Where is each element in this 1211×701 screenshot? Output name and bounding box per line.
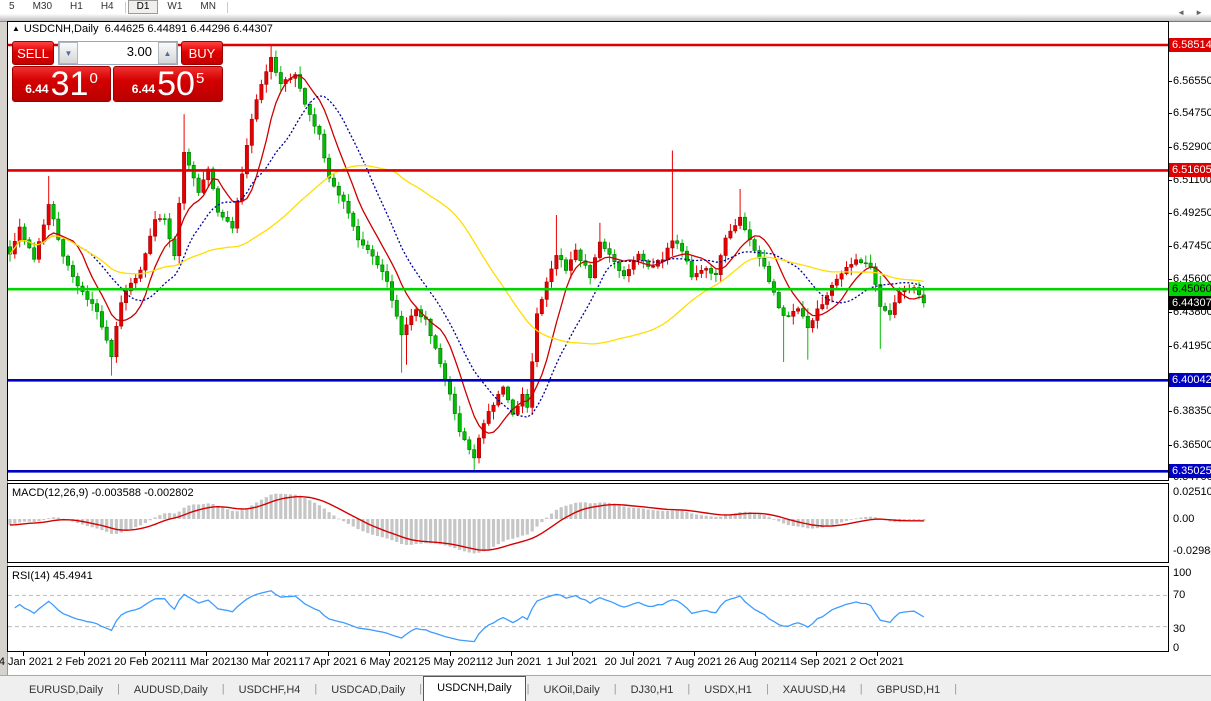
- price-tick-label: 6.38350: [1173, 405, 1211, 417]
- tab-separator: |: [314, 683, 317, 695]
- buy-price-sup: 5: [196, 70, 204, 87]
- tab-separator: |: [419, 683, 422, 695]
- rsi-axis-label: 70: [1173, 589, 1185, 601]
- timeframe-toolbar: 5M30H1H4 D1W1MN: [0, 0, 1211, 14]
- rsi-axis-label: 100: [1173, 567, 1191, 579]
- volume-input[interactable]: 3.00: [78, 42, 158, 64]
- volume-increase-button[interactable]: ▲: [158, 42, 177, 64]
- buy-price-main: 50: [157, 69, 195, 99]
- date-label: 7 Aug 2021: [666, 656, 722, 668]
- date-label: 14 Jan 2021: [0, 656, 53, 668]
- date-label: 25 May 2021: [418, 656, 482, 668]
- timeframe-button-h1[interactable]: H1: [61, 0, 92, 14]
- rsi-value: 45.4941: [53, 570, 93, 582]
- buy-price-prefix: 6.44: [132, 82, 155, 96]
- symbol-name: USDCNH,Daily: [24, 23, 99, 35]
- tab-scroll-arrows: ◄ ►: [1177, 0, 1203, 25]
- timeframe-button-w1[interactable]: W1: [158, 0, 191, 14]
- timeframe-button-m30[interactable]: M30: [24, 0, 61, 14]
- tab-scroll-left-icon[interactable]: ◄: [1177, 8, 1185, 17]
- sell-price-sup: 0: [89, 70, 97, 87]
- chart-tab-usdcad[interactable]: USDCAD,Daily: [318, 679, 418, 701]
- date-label: 2 Oct 2021: [850, 656, 904, 668]
- date-label: 30 Mar 2021: [236, 656, 298, 668]
- chart-tab-eurusd[interactable]: EURUSD,Daily: [16, 679, 116, 701]
- tab-separator: |: [527, 683, 530, 695]
- volume-decrease-button[interactable]: ▼: [59, 42, 78, 64]
- tab-separator: |: [614, 683, 617, 695]
- rsi-axis-label: 30: [1173, 623, 1185, 635]
- toolbar-separator: [227, 2, 228, 13]
- date-label: 20 Jul 2021: [605, 656, 662, 668]
- date-label: 6 May 2021: [360, 656, 417, 668]
- date-label: 2 Feb 2021: [56, 656, 112, 668]
- chart-tab-ukoil[interactable]: UKOil,Daily: [531, 679, 613, 701]
- buy-price-display[interactable]: 6.44505: [113, 66, 223, 102]
- date-label: 14 Sep 2021: [785, 656, 847, 668]
- price-level-tag: 6.58514: [1169, 38, 1211, 52]
- ohlc-values: 6.44625 6.44891 6.44296 6.44307: [105, 23, 273, 35]
- tab-scroll-right-icon[interactable]: ►: [1195, 8, 1203, 17]
- sell-price-prefix: 6.44: [25, 82, 48, 96]
- chart-symbol-label: ▲ USDCNH,Daily 6.44625 6.44891 6.44296 6.…: [12, 23, 273, 35]
- toolbar-separator: [125, 2, 126, 13]
- chart-tab-usdchf[interactable]: USDCHF,H4: [226, 679, 314, 701]
- date-label: 26 Aug 2021: [724, 656, 786, 668]
- timeframe-button-d1[interactable]: D1: [128, 0, 159, 14]
- timeframe-button-5[interactable]: 5: [0, 0, 24, 14]
- price-level-tag: 6.40042: [1169, 373, 1211, 387]
- current-price-tag: 6.44307: [1169, 296, 1211, 310]
- rsi-label: RSI(14) 45.4941: [12, 570, 93, 582]
- price-tick-label: 6.41950: [1173, 340, 1211, 352]
- chart-tab-bar: EURUSD,Daily|AUDUSD,Daily|USDCHF,H4|USDC…: [0, 675, 1211, 701]
- rsi-axis-label: 0: [1173, 642, 1179, 654]
- chart-tab-xauusd[interactable]: XAUUSD,H4: [770, 679, 859, 701]
- sell-price-display[interactable]: 6.44310: [12, 66, 111, 102]
- price-tick-label: 6.49250: [1173, 207, 1211, 219]
- price-tick-label: 6.36500: [1173, 439, 1211, 451]
- tab-separator: |: [687, 683, 690, 695]
- volume-stepper: ▼ 3.00 ▲: [58, 41, 178, 65]
- chart-tab-usdx[interactable]: USDX,H1: [691, 679, 765, 701]
- chart-tab-gbpusd[interactable]: GBPUSD,H1: [864, 679, 954, 701]
- price-tick-label: 6.47450: [1173, 240, 1211, 252]
- sell-price-main: 31: [51, 69, 89, 99]
- chart-tab-dj30[interactable]: DJ30,H1: [618, 679, 687, 701]
- tab-separator: |: [954, 683, 957, 695]
- price-tick-label: 6.52900: [1173, 141, 1211, 153]
- sell-button[interactable]: SELL: [12, 41, 54, 65]
- date-label: 17 Apr 2021: [298, 656, 357, 668]
- macd-values: -0.003588 -0.002802: [91, 487, 193, 499]
- one-click-trading-panel: SELL ▼ 3.00 ▲ BUY 6.44310 6.44505: [12, 41, 223, 102]
- timeframe-button-h4[interactable]: H4: [92, 0, 123, 14]
- chart-tab-usdcnh[interactable]: USDCNH,Daily: [423, 676, 526, 701]
- rsi-indicator-canvas[interactable]: [7, 566, 1169, 652]
- tab-separator: |: [117, 683, 120, 695]
- tab-separator: |: [860, 683, 863, 695]
- collapse-triangle-icon[interactable]: ▲: [12, 24, 20, 33]
- price-level-tag: 6.35025: [1169, 464, 1211, 478]
- buy-button[interactable]: BUY: [181, 41, 223, 65]
- price-level-tag: 6.45060: [1169, 282, 1211, 296]
- price-tick-label: 6.56550: [1173, 75, 1211, 87]
- timeframe-button-mn[interactable]: MN: [191, 0, 225, 14]
- date-label: 12 Jun 2021: [481, 656, 542, 668]
- macd-axis-label: -0.029881: [1173, 545, 1211, 557]
- macd-axis-label: 0.025108: [1173, 486, 1211, 498]
- chart-tab-audusd[interactable]: AUDUSD,Daily: [121, 679, 221, 701]
- price-tick-label: 6.54750: [1173, 107, 1211, 119]
- tab-separator: |: [766, 683, 769, 695]
- macd-axis-label: 0.00: [1173, 513, 1194, 525]
- macd-label: MACD(12,26,9) -0.003588 -0.002802: [12, 487, 194, 499]
- date-label: 20 Feb 2021: [114, 656, 176, 668]
- date-label: 1 Jul 2021: [547, 656, 598, 668]
- tab-separator: |: [222, 683, 225, 695]
- price-level-tag: 6.51605: [1169, 163, 1211, 177]
- date-label: 11 Mar 2021: [176, 656, 237, 668]
